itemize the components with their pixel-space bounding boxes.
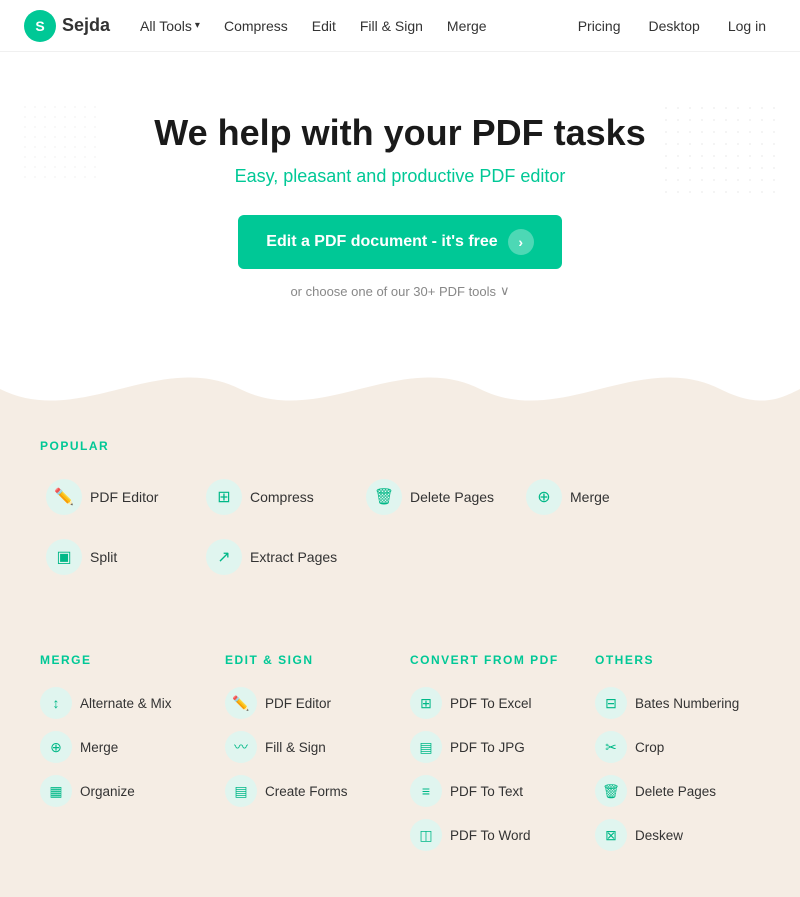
col-tool-icon: ≡ [410,775,442,807]
column-title: CONVERT FROM PDF [410,653,575,667]
popular-tool-item[interactable]: ✏️ PDF Editor [40,471,200,523]
col-tool-item[interactable]: ◫ PDF To Word [410,813,575,857]
popular-label: POPULAR [40,439,760,453]
col-tool-icon: ⊕ [40,731,72,763]
nav-login[interactable]: Log in [718,12,776,40]
col-tool-item[interactable]: ▤ PDF To JPG [410,725,575,769]
column: CONVERT FROM PDF ⊞ PDF To Excel ▤ PDF To… [410,653,575,857]
col-tool-name: Deskew [635,828,683,843]
col-tool-name: Organize [80,784,135,799]
cta-arrow-icon: › [508,229,534,255]
col-tool-item[interactable]: ⊠ Deskew [595,813,760,857]
tools-section: POPULAR ✏️ PDF Editor ⊞ Compress 🗑 Delet… [0,429,800,897]
cta-bold-text: Edit a PDF document [266,233,427,250]
popular-tool-item[interactable]: ▣ Split [40,531,200,583]
col-tool-item[interactable]: ↕ Alternate & Mix [40,681,205,725]
col-tool-icon: ⊞ [410,687,442,719]
col-tool-icon: ⊟ [595,687,627,719]
svg-text:S: S [35,18,44,34]
column-title: OTHERS [595,653,760,667]
col-tool-icon: 🗑 [595,775,627,807]
tool-name: Delete Pages [410,489,494,505]
col-tool-name: PDF To Text [450,784,523,799]
col-tool-icon: ▦ [40,775,72,807]
hero-section: We help with your PDF tasks Easy, pleasa… [0,52,800,329]
popular-tool-item[interactable]: 🗑 Delete Pages [360,471,520,523]
col-tool-item[interactable]: ✂ Crop [595,725,760,769]
col-tool-item[interactable]: 〰 Fill & Sign [225,725,390,769]
tool-name: Compress [250,489,314,505]
col-tool-name: PDF Editor [265,696,331,711]
col-tool-icon: 〰 [225,731,257,763]
tool-name: Split [90,549,117,565]
nav-merge[interactable]: Merge [437,12,497,40]
col-tool-name: Delete Pages [635,784,716,799]
tool-icon: ✏️ [46,479,82,515]
col-tool-icon: ▤ [225,775,257,807]
col-tool-icon: ✏️ [225,687,257,719]
choose-tools-text: or choose one of our 30+ PDF tools ∨ [20,283,780,299]
col-tool-icon: ↕ [40,687,72,719]
col-tool-item[interactable]: ⊞ PDF To Excel [410,681,575,725]
nav-fill-sign[interactable]: Fill & Sign [350,12,433,40]
column: EDIT & SIGN ✏️ PDF Editor 〰 Fill & Sign … [225,653,390,857]
col-tool-name: Crop [635,740,664,755]
popular-tool-item[interactable]: ↗ Extract Pages [200,531,360,583]
tool-name: Merge [570,489,610,505]
col-tool-item[interactable]: ⊕ Merge [40,725,205,769]
cta-suffix: - it's free [427,233,498,250]
cta-button[interactable]: Edit a PDF document - it's free › [238,215,561,269]
column-title: EDIT & SIGN [225,653,390,667]
logo-text: Sejda [62,15,110,36]
col-tool-item[interactable]: ▤ Create Forms [225,769,390,813]
col-tool-name: PDF To Word [450,828,531,843]
col-tool-item[interactable]: ▦ Organize [40,769,205,813]
decorative-dots-left [20,102,100,182]
nav-pricing[interactable]: Pricing [568,12,631,40]
col-tool-name: Merge [80,740,118,755]
col-tool-item[interactable]: 🗑 Delete Pages [595,769,760,813]
column-title: MERGE [40,653,205,667]
col-tool-item[interactable]: ⊟ Bates Numbering [595,681,760,725]
tool-icon: ↗ [206,539,242,575]
tool-icon: ▣ [46,539,82,575]
columns-section: MERGE ↕ Alternate & Mix ⊕ Merge ▦ Organi… [0,643,800,897]
chevron-down-icon: ▾ [195,20,200,31]
nav-right: Pricing Desktop Log in [568,12,776,40]
column: OTHERS ⊟ Bates Numbering ✂ Crop 🗑 Delete… [595,653,760,857]
popular-tools-content: POPULAR ✏️ PDF Editor ⊞ Compress 🗑 Delet… [0,429,800,643]
main-nav: All Tools ▾ Compress Edit Fill & Sign Me… [130,12,568,40]
popular-tool-item[interactable]: ⊕ Merge [520,471,680,523]
nav-edit[interactable]: Edit [302,12,346,40]
col-tool-name: Alternate & Mix [80,696,172,711]
col-tool-name: Fill & Sign [265,740,326,755]
nav-desktop[interactable]: Desktop [638,12,709,40]
decorative-dots-right [660,102,780,202]
col-tool-icon: ▤ [410,731,442,763]
col-tool-name: Bates Numbering [635,696,739,711]
tool-icon: ⊞ [206,479,242,515]
col-tool-name: Create Forms [265,784,348,799]
chevron-down-icon: ∨ [500,283,510,299]
tool-name: Extract Pages [250,549,337,565]
logo-icon: S [24,10,56,42]
popular-tool-item[interactable]: ⊞ Compress [200,471,360,523]
tool-icon: ⊕ [526,479,562,515]
tool-name: PDF Editor [90,489,158,505]
col-tool-icon: ⊠ [595,819,627,851]
col-tool-item[interactable]: ✏️ PDF Editor [225,681,390,725]
logo[interactable]: S Sejda [24,10,110,42]
popular-tools-grid: ✏️ PDF Editor ⊞ Compress 🗑 Delete Pages … [40,471,760,583]
nav-all-tools[interactable]: All Tools ▾ [130,12,210,40]
col-tool-name: PDF To Excel [450,696,532,711]
wave-decoration [0,329,800,429]
column: MERGE ↕ Alternate & Mix ⊕ Merge ▦ Organi… [40,653,205,857]
col-tool-icon: ✂ [595,731,627,763]
col-tool-name: PDF To JPG [450,740,525,755]
col-tool-item[interactable]: ≡ PDF To Text [410,769,575,813]
tool-icon: 🗑 [366,479,402,515]
col-tool-icon: ◫ [410,819,442,851]
nav-compress[interactable]: Compress [214,12,298,40]
